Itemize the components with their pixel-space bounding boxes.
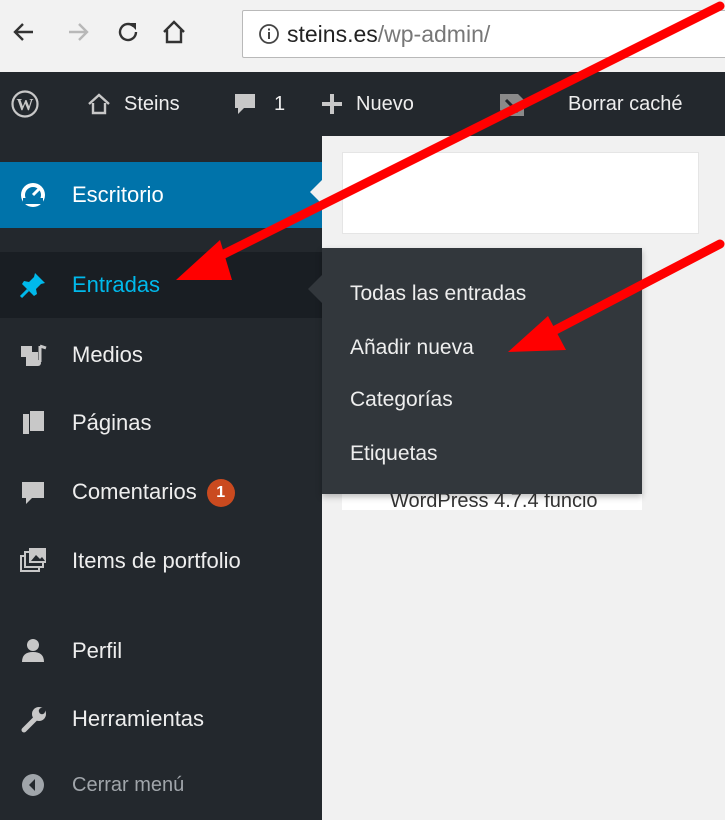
pages-icon (16, 406, 50, 440)
back-button[interactable] (8, 16, 40, 48)
browser-toolbar: steins.es/wp-admin/ (0, 0, 725, 73)
home-button[interactable] (158, 16, 190, 48)
url-domain: steins.es (287, 20, 378, 47)
menu-label-paginas: Páginas (72, 410, 152, 435)
comment-icon (235, 94, 255, 114)
site-name-link[interactable]: Steins (86, 72, 180, 136)
wp-admin-bar: W Steins 1 Nuevo Borrar caché (0, 72, 725, 136)
pin-icon (16, 268, 50, 302)
collapse-menu-label: Cerrar menú (72, 773, 185, 796)
current-menu-arrow (310, 178, 324, 206)
plus-icon (322, 94, 342, 114)
user-icon (16, 634, 50, 668)
url-path: /wp-admin/ (377, 20, 491, 47)
home-icon (163, 20, 185, 44)
menu-label-escritorio: Escritorio (72, 182, 164, 207)
site-name-label: Steins (124, 92, 180, 115)
back-arrow-icon (13, 23, 33, 41)
comment-icon (16, 476, 50, 510)
svg-text:W: W (17, 95, 34, 114)
menu-item-escritorio[interactable]: Escritorio (0, 162, 322, 228)
home-icon (88, 93, 110, 115)
forward-arrow-icon (69, 23, 89, 41)
menu-label-comentarios-wrap: Comentarios 1 (72, 478, 235, 508)
comments-count: 1 (274, 92, 286, 115)
collapse-icon (16, 768, 50, 802)
submenu-anadir-nueva[interactable]: Añadir nueva (350, 336, 474, 360)
media-icon (16, 338, 50, 372)
plugin-icon (500, 94, 524, 116)
collapse-menu-button[interactable]: Cerrar menú (0, 752, 322, 818)
submenu-arrow (308, 275, 322, 303)
dashboard-widget (342, 152, 699, 234)
entradas-submenu: Todas las entradas Añadir nueva Categorí… (322, 248, 642, 494)
comments-badge: 1 (206, 479, 235, 508)
new-content-label: Nuevo (356, 92, 414, 115)
comments-link[interactable]: 1 (232, 72, 285, 136)
info-icon[interactable] (257, 22, 281, 46)
submenu-categorias[interactable]: Categorías (350, 388, 453, 412)
forward-button[interactable] (62, 16, 94, 48)
new-content-link[interactable]: Nuevo (320, 72, 414, 136)
dashboard-icon (16, 178, 50, 212)
menu-item-medios[interactable]: Medios (0, 322, 322, 388)
plugin-icon-button[interactable] (496, 72, 528, 136)
reload-icon (118, 22, 138, 42)
menu-label-medios: Medios (72, 342, 143, 367)
menu-item-perfil[interactable]: Perfil (0, 618, 322, 684)
submenu-etiquetas[interactable]: Etiquetas (350, 442, 438, 466)
menu-item-comentarios[interactable]: Comentarios 1 (0, 460, 322, 526)
submenu-todas-las-entradas[interactable]: Todas las entradas (350, 282, 526, 306)
menu-item-herramientas[interactable]: Herramientas (0, 686, 322, 752)
menu-item-entradas[interactable]: Entradas (0, 252, 322, 318)
portfolio-icon (16, 544, 50, 578)
menu-label-comentarios: Comentarios (72, 478, 197, 504)
menu-label-perfil: Perfil (72, 638, 123, 663)
wrench-icon (16, 702, 50, 736)
menu-label-herramientas: Herramientas (72, 706, 205, 731)
menu-label-entradas: Entradas (72, 272, 161, 297)
clear-cache-label: Borrar caché (568, 92, 683, 115)
reload-button[interactable] (112, 16, 144, 48)
address-bar[interactable]: steins.es/wp-admin/ (242, 10, 725, 58)
wordpress-logo-icon: W (11, 90, 39, 118)
menu-label-portfolio: Items de portfolio (72, 548, 241, 573)
menu-item-portfolio[interactable]: Items de portfolio (0, 528, 322, 594)
admin-menu: Escritorio Entradas Medios Páginas Comen… (0, 136, 322, 820)
clear-cache-button[interactable]: Borrar caché (568, 72, 683, 136)
menu-item-paginas[interactable]: Páginas (0, 390, 322, 456)
wp-logo-button[interactable]: W (10, 72, 40, 136)
